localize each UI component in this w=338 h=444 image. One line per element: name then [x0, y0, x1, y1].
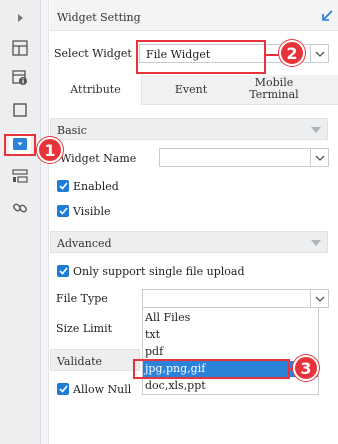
single-upload-label: Only support single file upload	[73, 265, 245, 278]
single-upload-checkbox[interactable]	[57, 265, 69, 277]
file-type-options-list: All Files txt pdf jpg,png,gif doc,xls,pp…	[142, 307, 319, 395]
widget-name-label: Widget Name	[60, 152, 137, 165]
panel-header: Widget Setting	[50, 0, 338, 31]
callout-badge-2: 2	[279, 40, 305, 66]
collapse-caret-icon[interactable]	[311, 127, 321, 133]
list-widget-icon[interactable]	[10, 166, 30, 186]
highlight-box-2	[136, 40, 266, 74]
section-validate-label: Validate	[57, 355, 103, 368]
file-type-dropdown[interactable]	[142, 289, 329, 308]
collapse-caret-icon[interactable]	[311, 240, 321, 246]
left-toolbar	[0, 0, 41, 444]
link-icon[interactable]	[10, 198, 30, 218]
section-advanced-label: Advanced	[57, 237, 112, 250]
section-advanced[interactable]: Advanced	[50, 231, 328, 253]
allow-null-label: Allow Null	[73, 383, 132, 396]
size-limit-label: Size Limit	[56, 322, 113, 335]
collapse-arrow-icon[interactable]	[321, 10, 333, 25]
tab-attribute[interactable]: Attribute	[50, 75, 142, 105]
callout-badge-1: 1	[37, 137, 63, 163]
expand-arrow-icon[interactable]	[10, 8, 30, 28]
callout-badge-3: 3	[293, 355, 319, 381]
option-pdf[interactable]: pdf	[143, 344, 318, 360]
tab-event[interactable]: Event	[142, 75, 240, 105]
highlight-box-3	[133, 359, 290, 379]
option-txt[interactable]: txt	[143, 327, 318, 343]
layout-grid-icon[interactable]	[10, 38, 30, 58]
select-widget-label: Select Widget	[54, 47, 132, 60]
section-basic-label: Basic	[57, 124, 87, 137]
tab-mobile-terminal[interactable]: Mobile Terminal	[240, 75, 308, 105]
callout-connector-2	[266, 54, 280, 56]
widget-info-icon[interactable]	[10, 68, 30, 88]
section-validate[interactable]: Validate	[50, 349, 140, 371]
section-basic[interactable]: Basic	[50, 118, 328, 140]
widget-name-field[interactable]	[159, 148, 329, 167]
property-tabs: Attribute Event Mobile Terminal	[50, 75, 338, 105]
visible-checkbox[interactable]	[57, 205, 69, 217]
allow-null-checkbox[interactable]	[57, 383, 69, 395]
widget-setting-screen: { "panel": { "title": "Widget Setting", …	[0, 0, 338, 444]
visible-label: Visible	[73, 205, 111, 218]
enabled-checkbox[interactable]	[57, 180, 69, 192]
option-doc-xls-ppt[interactable]: doc,xls,ppt	[143, 378, 318, 394]
splitter[interactable]	[41, 0, 49, 444]
chevron-down-icon[interactable]	[310, 45, 328, 62]
frame-icon[interactable]	[10, 100, 30, 120]
panel-title: Widget Setting	[57, 11, 141, 24]
chevron-down-icon[interactable]	[310, 149, 328, 166]
highlight-box-1	[4, 134, 36, 156]
option-all-files[interactable]: All Files	[143, 310, 318, 326]
enabled-label: Enabled	[73, 180, 119, 193]
file-type-label: File Type	[56, 292, 108, 305]
chevron-down-icon[interactable]	[310, 290, 328, 307]
